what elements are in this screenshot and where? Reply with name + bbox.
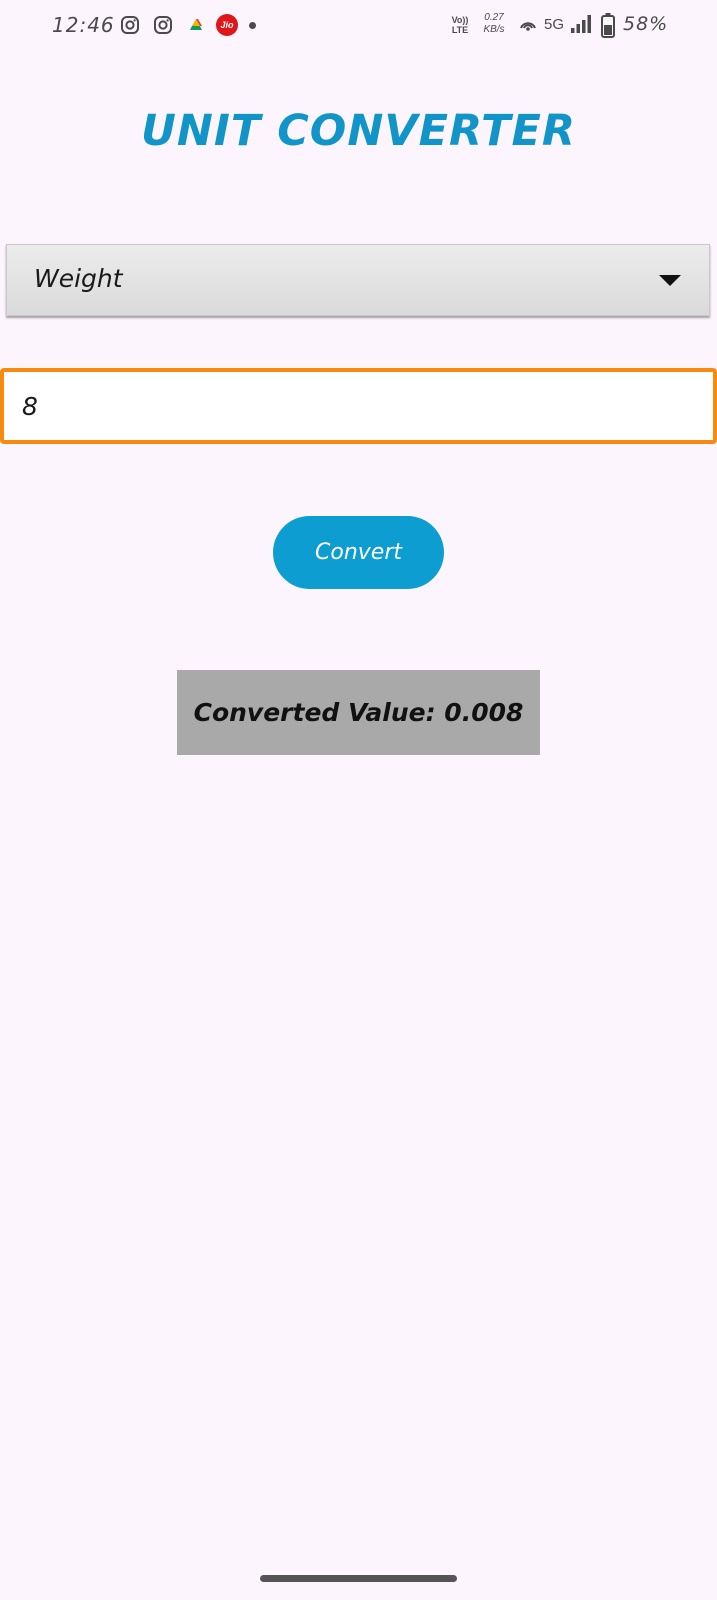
network-speed-value: 0.27 — [484, 12, 504, 23]
network-type: 5G — [544, 16, 565, 33]
status-bar: 12:46 Jio Vo)) LTE 0.27 KB/s 5G 58% — [0, 0, 717, 52]
volte-top-text: Vo)) — [451, 15, 469, 25]
category-select-value: Weight — [34, 264, 123, 293]
dropdown-arrow-icon — [659, 275, 681, 286]
instagram-icon — [153, 15, 173, 35]
hotspot-icon — [518, 16, 538, 36]
value-input[interactable] — [0, 368, 717, 444]
converted-value-text: Converted Value: 0.008 — [193, 698, 524, 727]
category-select[interactable]: Weight — [6, 244, 710, 316]
volte-indicator: Vo)) LTE — [449, 15, 471, 35]
result-box: Converted Value: 0.008 — [177, 670, 540, 755]
volte-bottom-text: LTE — [451, 25, 469, 35]
instagram-icon — [120, 15, 140, 35]
battery-percent: 58% — [623, 13, 669, 35]
convert-button[interactable]: Convert — [273, 516, 444, 589]
signal-icon — [570, 14, 592, 34]
status-time: 12:46 — [52, 13, 115, 37]
app-title: UNIT CONVERTER — [141, 106, 576, 156]
battery-icon — [601, 12, 615, 38]
network-speed: 0.27 KB/s — [478, 12, 510, 36]
jio-icon: Jio — [216, 14, 238, 36]
network-speed-unit: KB/s — [483, 24, 505, 35]
drive-icon — [186, 15, 206, 35]
more-notifications-dot — [249, 22, 256, 29]
home-indicator[interactable] — [260, 1575, 457, 1582]
